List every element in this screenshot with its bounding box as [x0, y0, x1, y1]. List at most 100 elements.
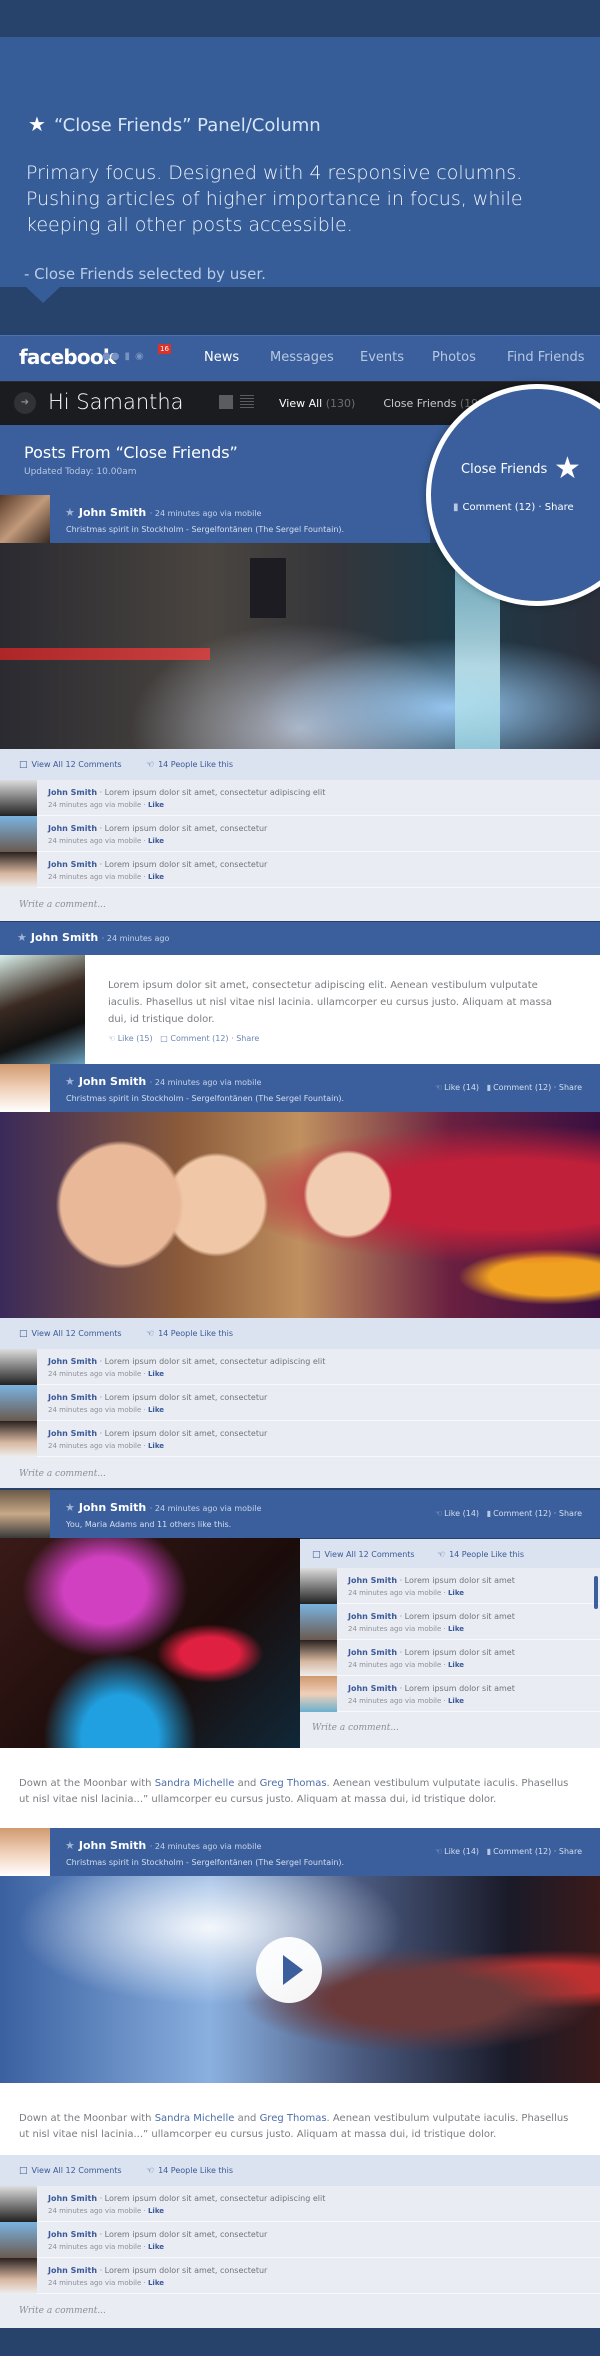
comment-button[interactable]: ▮ Comment (12) — [453, 502, 535, 513]
like-link[interactable]: Like — [448, 1589, 464, 1597]
like-link[interactable]: Like — [148, 1370, 164, 1378]
commenter-name[interactable]: John Smith — [48, 824, 97, 833]
nav-news[interactable]: News — [204, 350, 239, 365]
nav-messages[interactable]: Messages — [270, 350, 334, 365]
commenter-name[interactable]: John Smith — [348, 1612, 397, 1621]
like-link[interactable]: Like — [148, 2207, 164, 2215]
write-comment-input[interactable]: Write a comment... — [0, 2294, 600, 2327]
like-button[interactable]: ☜ Like (14) — [435, 1847, 479, 1856]
avatar[interactable] — [0, 1349, 37, 1385]
star-icon[interactable]: ★ — [65, 1075, 75, 1088]
view-all-comments-link[interactable]: □ View All 12 Comments — [19, 1329, 122, 1339]
share-button[interactable]: Share — [559, 1509, 582, 1518]
avatar[interactable] — [0, 2258, 37, 2294]
commenter-name[interactable]: John Smith — [348, 1648, 397, 1657]
facebook-logo[interactable]: facebook — [19, 345, 116, 369]
commenter-name[interactable]: John Smith — [48, 2230, 97, 2239]
like-link[interactable]: Like — [448, 1697, 464, 1705]
commenter-name[interactable]: John Smith — [48, 1357, 97, 1366]
tagged-friend-link[interactable]: Sandra Michelle — [155, 1778, 235, 1789]
avatar[interactable] — [0, 1828, 50, 1876]
avatar[interactable] — [0, 495, 50, 543]
avatar[interactable] — [0, 816, 37, 852]
friend-requests-icon[interactable]: ●● — [102, 351, 119, 362]
likes-link[interactable]: ☜ 14 People Like this — [437, 1550, 524, 1560]
commenter-name[interactable]: John Smith — [348, 1576, 397, 1585]
commenter-name[interactable]: John Smith — [48, 1429, 97, 1438]
star-icon[interactable]: ★ — [554, 451, 581, 486]
avatar[interactable] — [300, 1640, 337, 1676]
star-icon[interactable]: ★ — [17, 931, 27, 944]
messages-icon[interactable]: ▮ — [124, 351, 130, 362]
like-link[interactable]: Like — [148, 1442, 164, 1450]
avatar[interactable] — [0, 2186, 37, 2222]
tagged-friend-link[interactable]: Greg Thomas — [260, 2113, 327, 2124]
commenter-name[interactable]: John Smith — [48, 860, 97, 869]
commenter-name[interactable]: John Smith — [48, 2266, 97, 2275]
author-name[interactable]: John Smith — [31, 931, 98, 944]
like-button[interactable]: ☜ Like (14) — [435, 1083, 479, 1092]
post-photo-cocktails[interactable] — [0, 1538, 300, 1748]
star-icon[interactable]: ★ — [65, 1839, 75, 1852]
list-view-icon[interactable] — [240, 395, 254, 409]
nav-find-friends[interactable]: Find Friends — [507, 350, 585, 365]
like-link[interactable]: Like — [148, 801, 164, 809]
share-button[interactable]: Share — [559, 1083, 582, 1092]
tagged-friend-link[interactable]: Greg Thomas — [260, 1778, 327, 1789]
commenter-name[interactable]: John Smith — [48, 2194, 97, 2203]
avatar[interactable] — [0, 852, 37, 888]
author-name[interactable]: John Smith — [79, 1501, 146, 1514]
likes-link[interactable]: ☜ 14 People Like this — [146, 760, 233, 770]
avatar[interactable] — [300, 1676, 337, 1712]
share-button[interactable]: Share — [236, 1034, 259, 1043]
like-link[interactable]: Like — [148, 2243, 164, 2251]
nav-events[interactable]: Events — [360, 350, 404, 365]
like-link[interactable]: Like — [148, 2279, 164, 2287]
author-name[interactable]: John Smith — [79, 1075, 146, 1088]
avatar[interactable] — [0, 1421, 37, 1457]
notifications-globe-icon[interactable]: ◉ — [135, 351, 144, 362]
commenter-name[interactable]: John Smith — [48, 1393, 97, 1402]
commenter-name[interactable]: John Smith — [48, 788, 97, 797]
star-icon[interactable]: ★ — [65, 506, 75, 519]
avatar[interactable] — [0, 780, 37, 816]
view-all-comments-link[interactable]: □ View All 12 Comments — [312, 1550, 415, 1560]
avatar[interactable] — [0, 955, 85, 1064]
likes-link[interactable]: ☜ 14 People Like this — [146, 2166, 233, 2176]
tagged-friend-link[interactable]: Sandra Michelle — [155, 2113, 235, 2124]
view-all-comments-link[interactable]: □ View All 12 Comments — [19, 760, 122, 770]
like-link[interactable]: Like — [448, 1625, 464, 1633]
comments-scrollbar[interactable] — [594, 1576, 598, 1609]
like-link[interactable]: Like — [148, 1406, 164, 1414]
author-name[interactable]: John Smith — [79, 1839, 146, 1852]
star-icon[interactable]: ★ — [65, 1501, 75, 1514]
like-link[interactable]: Like — [148, 837, 164, 845]
like-button[interactable]: ☜ Like (14) — [435, 1509, 479, 1518]
author-name[interactable]: John Smith — [79, 506, 146, 519]
avatar[interactable] — [0, 1385, 37, 1421]
comment-button[interactable]: ▮ Comment (12) — [487, 1509, 552, 1518]
avatar[interactable] — [0, 1490, 50, 1538]
commenter-name[interactable]: John Smith — [348, 1684, 397, 1693]
post-photo-party[interactable] — [0, 1112, 600, 1318]
comment-button[interactable]: ▮ Comment (12) — [487, 1083, 552, 1092]
comment-button[interactable]: □ Comment (12) — [160, 1034, 228, 1043]
likes-link[interactable]: ☜ 14 People Like this — [146, 1329, 233, 1339]
avatar[interactable] — [300, 1568, 337, 1604]
write-comment-input[interactable]: Write a comment... — [0, 1457, 600, 1490]
logout-icon[interactable]: ➜ — [14, 392, 36, 414]
like-link[interactable]: Like — [148, 873, 164, 881]
grid-view-icon[interactable] — [219, 395, 233, 409]
avatar[interactable] — [0, 2222, 37, 2258]
write-comment-input[interactable]: Write a comment... — [300, 1712, 600, 1745]
write-comment-input[interactable]: Write a comment... — [0, 888, 600, 921]
avatar[interactable] — [0, 1064, 50, 1112]
like-button[interactable]: ☜ Like (15) — [108, 1034, 153, 1043]
play-icon[interactable] — [256, 1937, 322, 2003]
filter-view-all[interactable]: View All (130) — [279, 397, 355, 410]
avatar[interactable] — [300, 1604, 337, 1640]
view-all-comments-link[interactable]: □ View All 12 Comments — [19, 2166, 122, 2176]
share-button[interactable]: Share — [559, 1847, 582, 1856]
share-button[interactable]: Share — [545, 502, 574, 513]
comment-button[interactable]: ▮ Comment (12) — [487, 1847, 552, 1856]
